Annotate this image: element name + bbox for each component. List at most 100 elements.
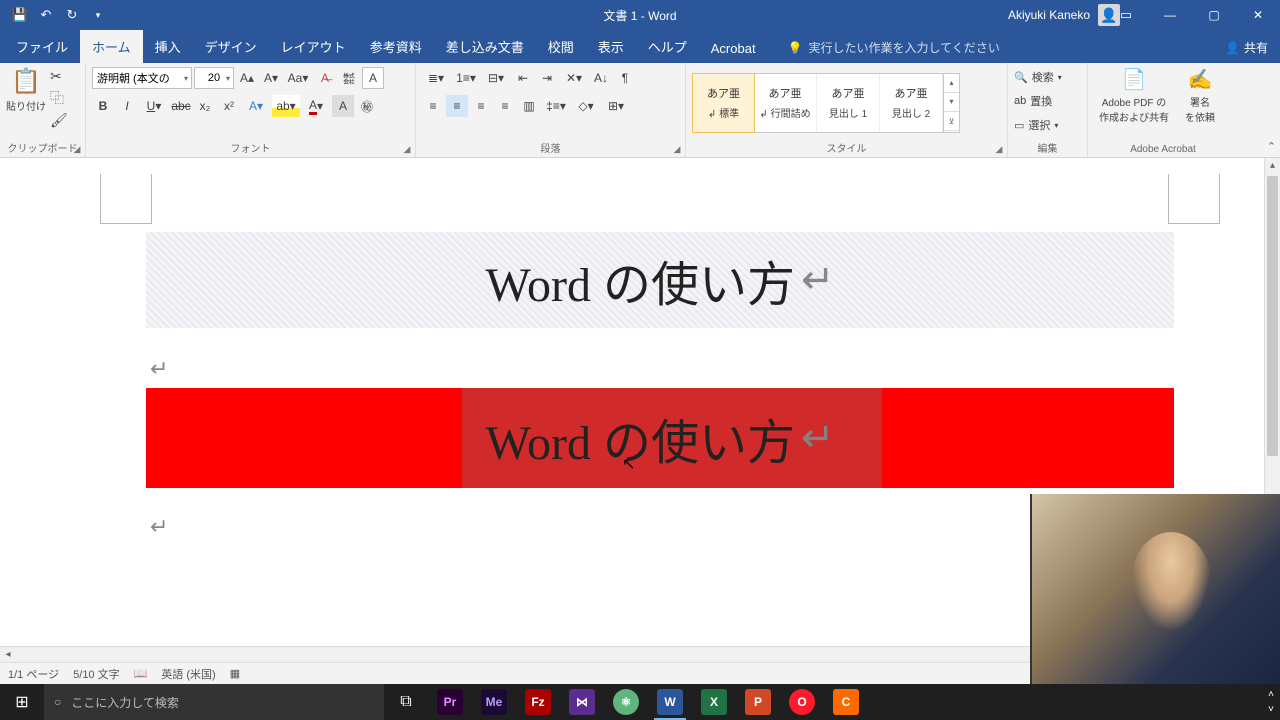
style-heading1[interactable]: あア亜見出し 1 [817,74,880,132]
tab-review[interactable]: 校閲 [536,30,586,63]
styles-launcher-icon[interactable]: ◢ [993,143,1005,155]
tab-layout[interactable]: レイアウト [269,30,358,63]
maximize-button[interactable]: ▢ [1192,0,1236,30]
show-marks-icon[interactable]: ¶ [614,67,636,89]
share-button[interactable]: 👤 共有 [1225,39,1268,63]
bold-button[interactable]: B [92,95,114,117]
paragraph-launcher-icon[interactable]: ◢ [671,143,683,155]
style-heading2[interactable]: あア亜見出し 2 [880,74,943,132]
cut-icon[interactable]: ✂ [50,67,68,85]
task-view-icon[interactable]: ⧉ [384,684,428,720]
ribbon-display-icon[interactable]: ▭ [1104,0,1148,30]
system-tray[interactable]: ˄ ˅ [1268,689,1274,715]
align-left-icon[interactable]: ≡ [422,95,444,117]
select-button[interactable]: ▭選択▾ [1014,115,1062,135]
subscript-button[interactable]: x₂ [194,95,216,117]
undo-icon[interactable]: ↶ [34,3,58,27]
font-launcher-icon[interactable]: ◢ [401,143,413,155]
change-case-icon[interactable]: Aa▾ [284,67,312,89]
minimize-button[interactable]: — [1148,0,1192,30]
scroll-up-icon[interactable]: ▴ [1265,158,1280,174]
tab-help[interactable]: ヘルプ [636,30,699,63]
replace-button[interactable]: ab置換 [1014,91,1062,111]
word-count[interactable]: 5/10 文字 [73,666,119,682]
language-status[interactable]: 英語 (米国) [161,666,215,682]
taskbar-app-mediaencoder[interactable]: Me [472,684,516,720]
asian-layout-icon[interactable]: ✕▾ [560,67,588,89]
underline-button[interactable]: U▾ [140,95,168,117]
numbering-icon[interactable]: 1≡▾ [452,67,480,89]
format-painter-icon[interactable]: 🖌 [50,111,68,129]
clipboard-launcher-icon[interactable]: ◢ [71,143,83,155]
spellcheck-icon[interactable]: 📖 [134,667,148,680]
request-sign-button[interactable]: ✍署名 を依頼 [1178,67,1222,142]
justify-icon[interactable]: ≡ [494,95,516,117]
bullets-icon[interactable]: ≣▾ [422,67,450,89]
create-pdf-button[interactable]: 📄Adobe PDF の 作成および共有 [1094,67,1174,142]
paste-button[interactable]: 📋 貼り付け [6,67,46,113]
taskbar-app-premiere[interactable]: Pr [428,684,472,720]
enclose-characters-icon[interactable]: ㊙ [356,95,378,117]
phonetic-guide-icon[interactable]: ㍿ [338,67,360,89]
tab-view[interactable]: 表示 [586,30,636,63]
find-button[interactable]: 🔍検索▾ [1014,67,1062,87]
taskbar-app-powerpoint[interactable]: P [736,684,780,720]
line-spacing-icon[interactable]: ‡≡▾ [542,95,570,117]
tab-acrobat[interactable]: Acrobat [699,34,768,63]
scroll-left-icon[interactable]: ◂ [0,649,16,660]
taskbar-search[interactable]: ○ ここに入力して検索 [44,684,384,720]
paragraph-block-1[interactable]: Word の使い方↵ [146,232,1174,328]
decrease-indent-icon[interactable]: ⇤ [512,67,534,89]
character-border-icon[interactable]: A [362,67,384,89]
page-count[interactable]: 1/1 ページ [8,666,59,682]
tab-home[interactable]: ホーム [80,30,143,63]
taskbar-app-camtasia[interactable]: C [824,684,868,720]
taskbar-app-visualstudio[interactable]: ⋈ [560,684,604,720]
macro-icon[interactable]: ▦ [230,667,240,680]
taskbar-app-atom[interactable]: ⚛ [604,684,648,720]
collapse-ribbon-icon[interactable]: ⌃ [1267,140,1276,153]
strikethrough-button[interactable]: abc [170,95,192,117]
scroll-thumb[interactable] [1267,176,1278,456]
taskbar-app-filezilla[interactable]: Fz [516,684,560,720]
italic-button[interactable]: I [116,95,138,117]
style-normal[interactable]: あア亜↲ 標準 [692,73,755,133]
character-shading-icon[interactable]: A [332,95,354,117]
decrease-font-icon[interactable]: A▾ [260,67,282,89]
gallery-up-icon[interactable]: ▴ [944,74,959,93]
font-color-icon[interactable]: A▾ [302,95,330,117]
tray-up-icon[interactable]: ˄ [1268,689,1274,700]
start-button[interactable]: ⊞ [0,684,44,720]
tab-file[interactable]: ファイル [4,30,80,63]
shading-icon[interactable]: ◇▾ [572,95,600,117]
distributed-icon[interactable]: ▥ [518,95,540,117]
highlight-icon[interactable]: ab▾ [272,95,300,117]
tab-design[interactable]: デザイン [193,30,269,63]
taskbar-app-excel[interactable]: X [692,684,736,720]
tab-mailings[interactable]: 差し込み文書 [434,30,536,63]
borders-icon[interactable]: ⊞▾ [602,95,630,117]
font-size-dropdown[interactable]: 20▾ [194,67,234,89]
gallery-down-icon[interactable]: ▾ [944,93,959,112]
tray-down-icon[interactable]: ˅ [1268,704,1274,715]
multilevel-list-icon[interactable]: ⊟▾ [482,67,510,89]
paragraph-block-2[interactable]: Word の使い方↵ ↖ [146,388,1174,488]
taskbar-app-opera[interactable]: O [780,684,824,720]
redo-icon[interactable]: ↻ [60,3,84,27]
align-center-icon[interactable]: ≡ [446,95,468,117]
superscript-button[interactable]: x² [218,95,240,117]
text-effects-icon[interactable]: A▾ [242,95,270,117]
taskbar-app-word[interactable]: W [648,684,692,720]
close-button[interactable]: ✕ [1236,0,1280,30]
tell-me-search[interactable]: 💡 実行したい作業を入力してください [788,39,1000,63]
style-nospace[interactable]: あア亜↲ 行間詰め [754,74,817,132]
clear-formatting-icon[interactable]: A̶ [314,67,336,89]
save-icon[interactable]: 💾 [8,3,32,27]
font-name-dropdown[interactable]: 游明朝 (本文の▾ [92,67,192,89]
gallery-more-icon[interactable]: ⊻ [944,112,959,131]
tab-references[interactable]: 参考資料 [358,30,434,63]
increase-font-icon[interactable]: A▴ [236,67,258,89]
increase-indent-icon[interactable]: ⇥ [536,67,558,89]
align-right-icon[interactable]: ≡ [470,95,492,117]
copy-icon[interactable]: ⿻ [50,89,68,107]
